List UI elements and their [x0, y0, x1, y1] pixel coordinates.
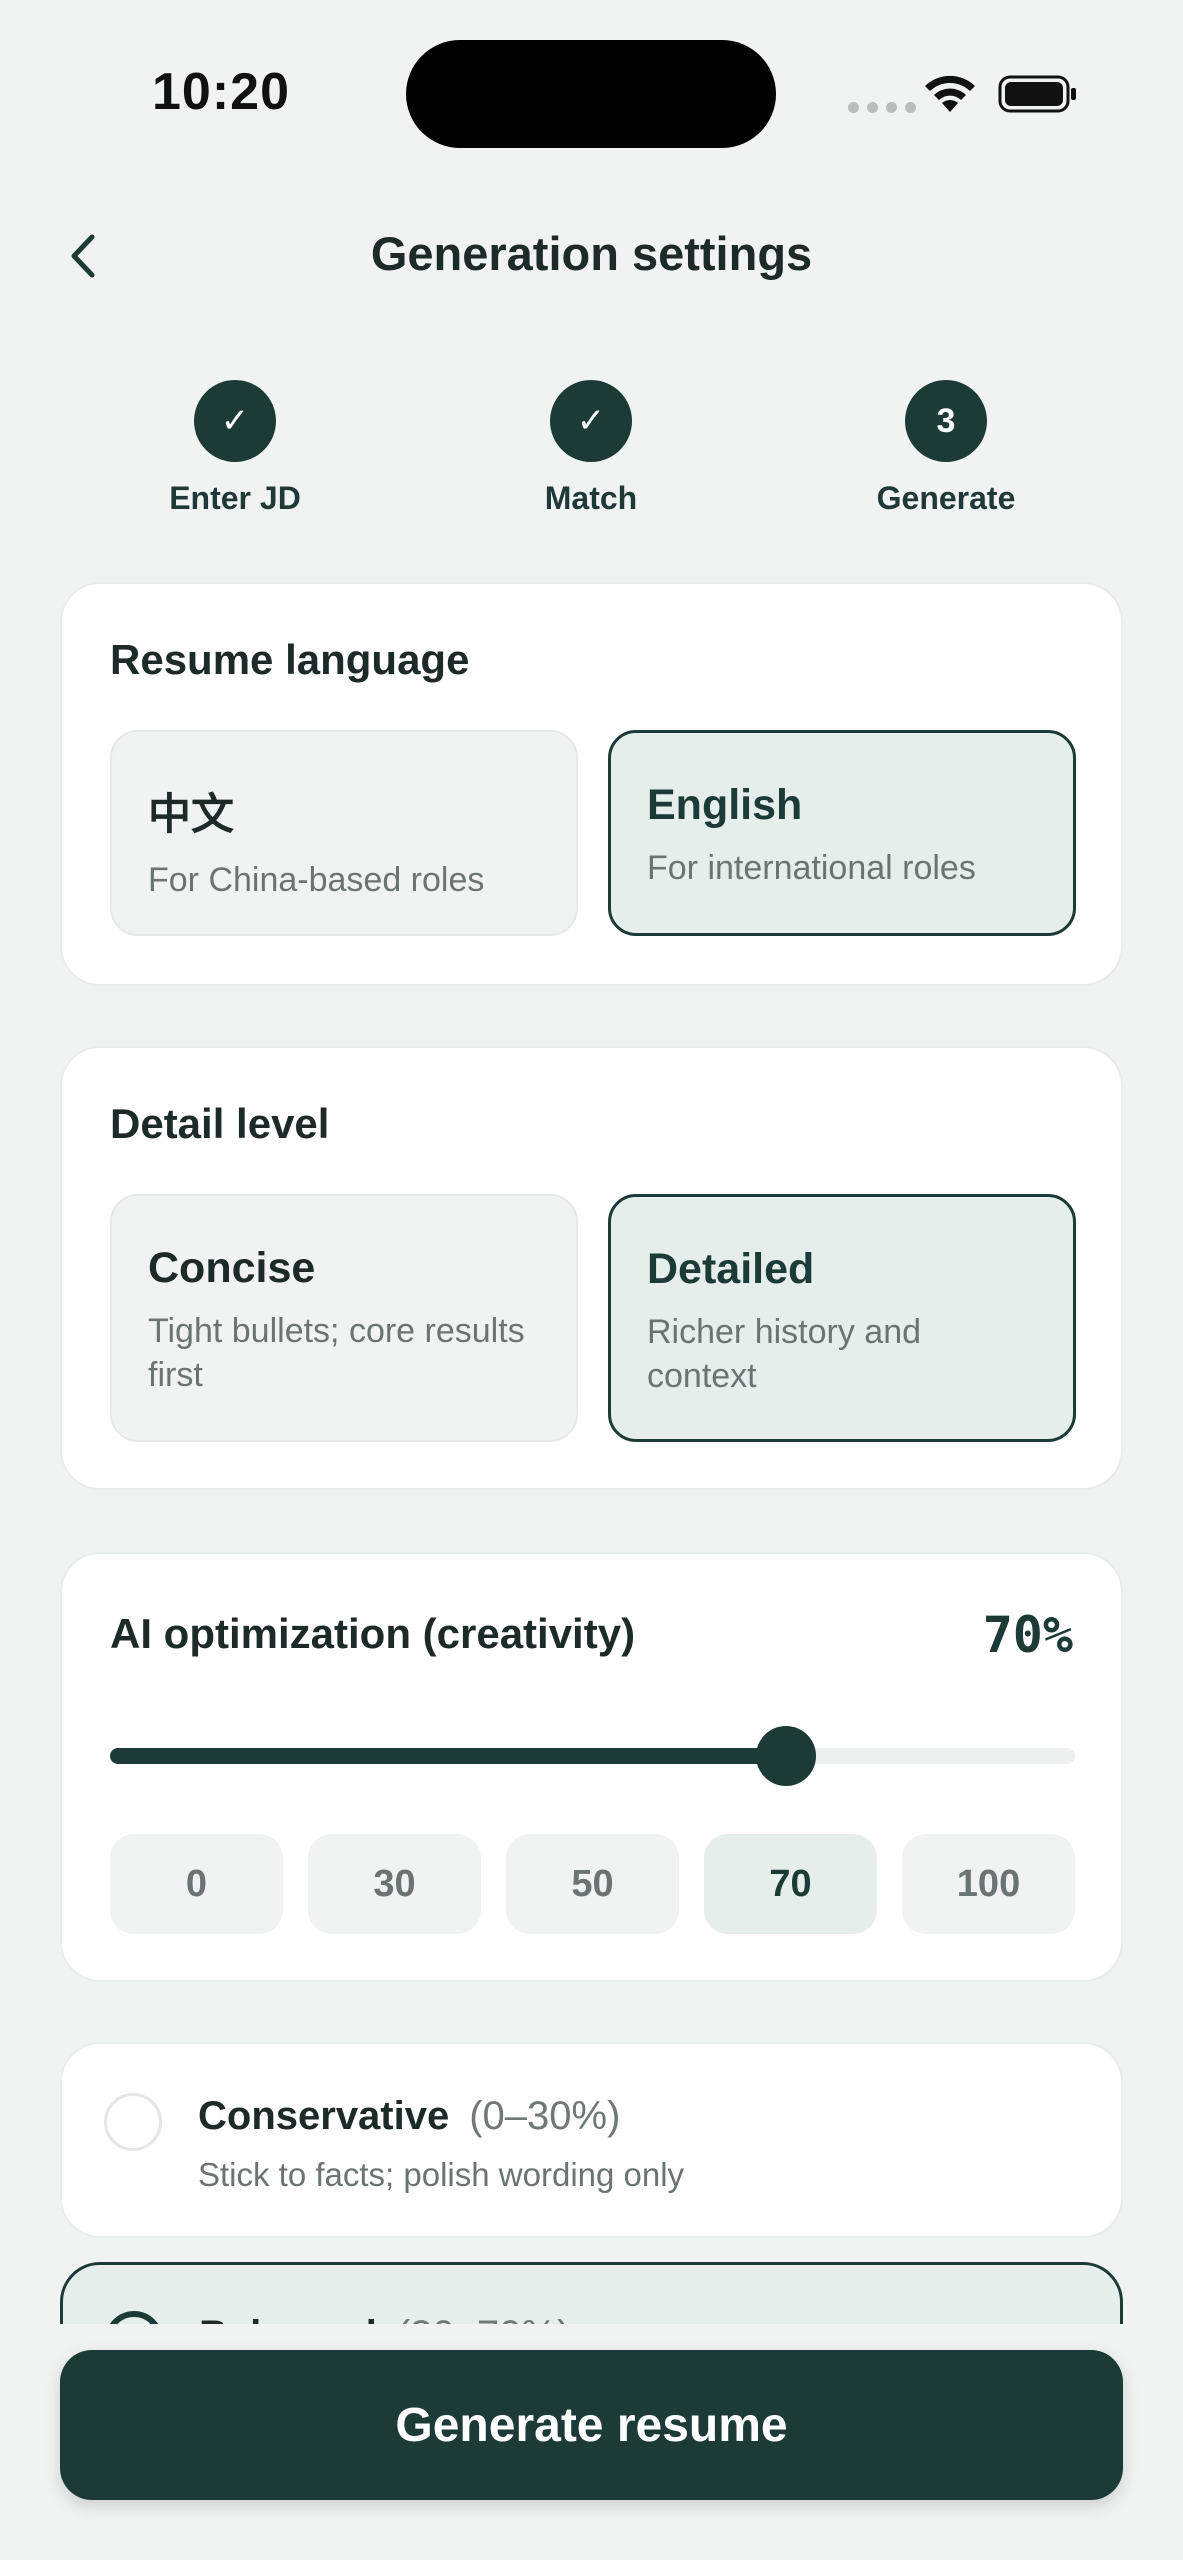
- page-title: Generation settings: [370, 227, 813, 280]
- cellular-signal-icon: [848, 102, 916, 113]
- creativity-card: AI optimization (creativity) 70% 0 30 50…: [60, 1552, 1123, 1982]
- step-enter-jd: ✓ Enter JD: [135, 380, 335, 517]
- mode-range: (0–30%): [469, 2094, 621, 2138]
- status-time: 10:20: [152, 63, 290, 121]
- step-generate: 3 Generate: [846, 380, 1046, 517]
- detail-option-concise[interactable]: Concise Tight bullets; core results firs…: [110, 1194, 578, 1442]
- resume-language-card: Resume language 中文 For China-based roles…: [60, 582, 1123, 986]
- preset-70[interactable]: 70: [704, 1834, 877, 1934]
- mode-title: Conservative (0–30%): [198, 2094, 620, 2139]
- step-label: Generate: [876, 480, 1016, 516]
- step-label: Enter JD: [169, 480, 301, 516]
- option-subtitle: For China-based roles: [148, 861, 485, 899]
- option-subtitle: Tight bullets; core results first: [148, 1312, 525, 1394]
- step-check-icon: ✓: [550, 380, 632, 462]
- section-title: Detail level: [110, 1100, 330, 1147]
- mode-name: Conservative: [198, 2094, 450, 2138]
- preset-0[interactable]: 0: [110, 1834, 283, 1934]
- option-title: Concise: [148, 1244, 316, 1292]
- preset-100[interactable]: 100: [902, 1834, 1075, 1934]
- step-match: ✓ Match: [491, 380, 691, 517]
- preset-30[interactable]: 30: [308, 1834, 481, 1934]
- creativity-presets: 0 30 50 70 100: [110, 1834, 1075, 1934]
- option-title: English: [647, 781, 803, 829]
- dynamic-island: [406, 40, 776, 148]
- detail-option-detailed[interactable]: Detailed Richer history and context: [608, 1194, 1076, 1442]
- creativity-slider[interactable]: [110, 1726, 1075, 1786]
- section-title: Resume language: [110, 636, 470, 683]
- step-check-icon: ✓: [194, 380, 276, 462]
- creativity-value: 70%: [982, 1606, 1073, 1664]
- slider-thumb[interactable]: [755, 1726, 816, 1786]
- generate-resume-button[interactable]: Generate resume: [60, 2350, 1123, 2500]
- option-title: Detailed: [647, 1245, 815, 1293]
- mode-subtitle: Stick to facts; polish wording only: [198, 2156, 685, 2193]
- battery-icon: [998, 75, 1076, 113]
- preset-50[interactable]: 50: [506, 1834, 679, 1934]
- option-title: 中文: [148, 791, 234, 839]
- wifi-icon: [925, 75, 975, 112]
- option-subtitle: Richer history and context: [647, 1313, 922, 1395]
- slider-fill: [110, 1748, 786, 1764]
- step-label: Match: [544, 480, 638, 516]
- language-option-chinese[interactable]: 中文 For China-based roles: [110, 730, 578, 936]
- section-title: AI optimization (creativity): [110, 1610, 636, 1657]
- language-option-english[interactable]: English For international roles: [608, 730, 1076, 936]
- mode-conservative[interactable]: Conservative (0–30%) Stick to facts; poli…: [60, 2042, 1123, 2238]
- step-number: 3: [905, 380, 987, 462]
- status-bar: 10:20: [0, 0, 1183, 190]
- option-subtitle: For international roles: [647, 849, 976, 887]
- radio-button[interactable]: [104, 2093, 162, 2151]
- detail-level-card: Detail level Concise Tight bullets; core…: [60, 1046, 1123, 1490]
